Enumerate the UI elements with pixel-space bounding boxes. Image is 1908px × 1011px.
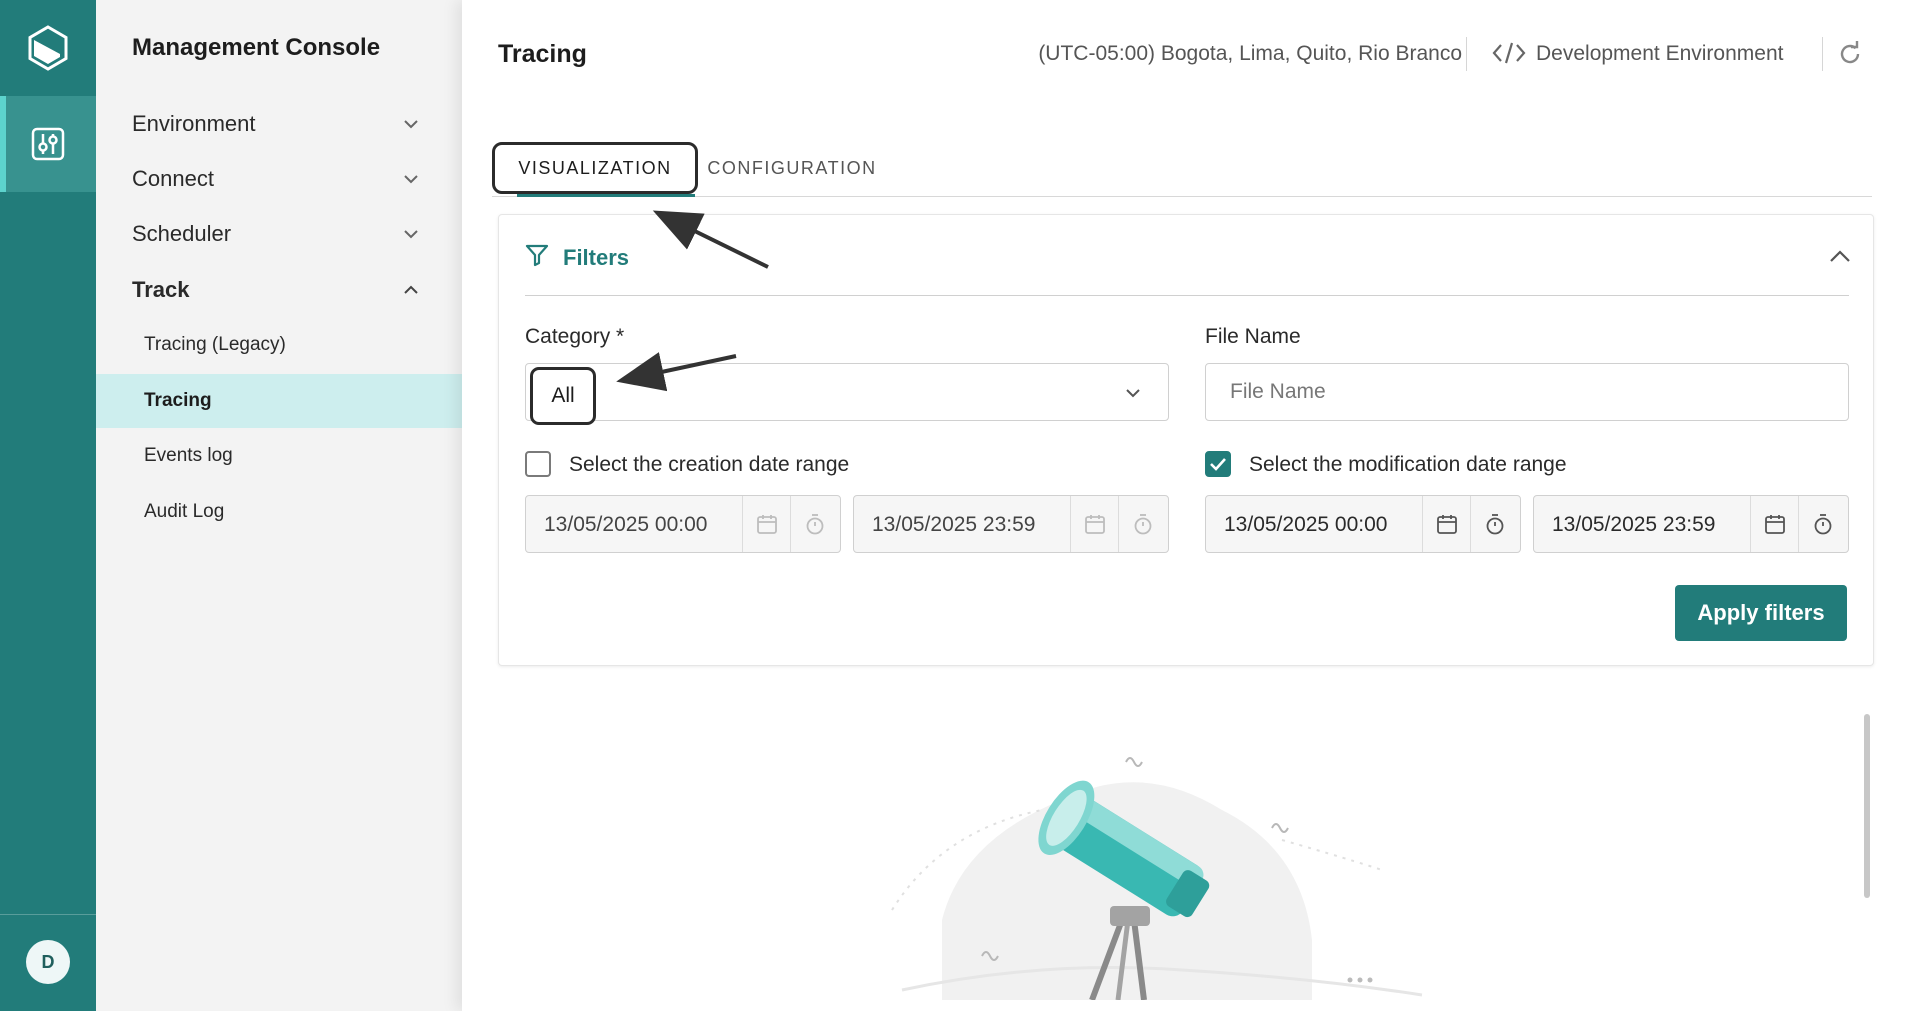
nav-item-label: Audit Log (144, 501, 225, 522)
chevron-down-icon (1126, 389, 1140, 398)
header-divider (1822, 37, 1823, 71)
nav-item-tracing[interactable]: Tracing (96, 374, 462, 428)
calendar-icon[interactable] (1422, 496, 1471, 552)
filter-icon (525, 244, 549, 267)
modification-end-date[interactable]: 13/05/2025 23:59 (1533, 495, 1849, 553)
file-name-label: File Name (1205, 325, 1301, 348)
calendar-icon[interactable] (1070, 496, 1119, 552)
nav-item-label: Tracing (Legacy) (144, 334, 286, 355)
calendar-icon[interactable] (742, 496, 791, 552)
stopwatch-icon[interactable] (790, 496, 839, 552)
avatar[interactable]: D (26, 940, 70, 984)
tab-visualization[interactable]: VISUALIZATION (492, 142, 698, 197)
creation-range-label: Select the creation date range (569, 453, 850, 476)
category-value: All (530, 367, 596, 425)
tab-configuration[interactable]: CONFIGURATION (702, 140, 882, 196)
nav-section-environment[interactable]: Environment (96, 97, 462, 151)
calendar-icon[interactable] (1750, 496, 1799, 552)
stopwatch-icon[interactable] (1470, 496, 1519, 552)
modification-range-checkbox[interactable] (1205, 451, 1231, 477)
creation-start-date[interactable]: 13/05/2025 00:00 (525, 495, 841, 553)
logo-icon[interactable] (0, 0, 96, 96)
telescope-illustration (891, 757, 1423, 1000)
nav-panel: Management Console Environment Connect S… (96, 0, 462, 1011)
page-title: Tracing (498, 40, 587, 68)
environment-selector[interactable]: Development Environment (1536, 42, 1783, 66)
stopwatch-icon[interactable] (1118, 496, 1167, 552)
creation-range-checkbox[interactable] (525, 451, 551, 477)
nav-section-scheduler[interactable]: Scheduler (96, 207, 462, 261)
nav-section-label: Scheduler (132, 221, 232, 246)
nav-item-events-log[interactable]: Events log (96, 429, 462, 483)
apply-filters-button[interactable]: Apply filters (1675, 585, 1847, 641)
chevron-up-icon (404, 285, 418, 294)
app-rail: D (0, 0, 96, 1011)
active-indicator (0, 96, 6, 192)
chevron-down-icon (404, 120, 418, 129)
app-title: Management Console (132, 34, 381, 61)
main-content: Tracing (UTC-05:00) Bogota, Lima, Quito,… (462, 0, 1908, 1011)
sliders-icon[interactable] (0, 96, 96, 192)
nav-item-label: Events log (144, 445, 233, 466)
chevron-up-icon[interactable] (1829, 249, 1851, 263)
header-divider (1466, 37, 1467, 71)
chevron-down-icon (404, 230, 418, 239)
date-value: 13/05/2025 00:00 (1224, 513, 1388, 536)
filters-header[interactable]: Filters (499, 215, 1873, 295)
nav-section-connect[interactable]: Connect (96, 152, 462, 206)
tab-bar: VISUALIZATION CONFIGURATION (492, 140, 1872, 197)
nav-item-audit-log[interactable]: Audit Log (96, 485, 462, 539)
nav-section-label: Connect (132, 166, 214, 191)
category-select[interactable]: All (525, 363, 1169, 425)
nav-item-label: Tracing (144, 390, 212, 411)
nav-section-label: Environment (132, 111, 256, 136)
date-value: 13/05/2025 23:59 (872, 513, 1036, 536)
modification-range-label: Select the modification date range (1249, 453, 1567, 476)
nav-section-label: Track (132, 277, 190, 302)
nav-section-track[interactable]: Track (96, 263, 462, 317)
chevron-down-icon (404, 175, 418, 184)
rail-divider (0, 914, 96, 915)
filters-panel: Filters Category * All File Name Select … (498, 214, 1874, 666)
scrollbar[interactable] (1864, 714, 1870, 898)
code-icon (1492, 42, 1526, 64)
file-name-input[interactable] (1205, 363, 1849, 421)
date-value: 13/05/2025 00:00 (544, 513, 708, 536)
date-value: 13/05/2025 23:59 (1552, 513, 1716, 536)
divider (525, 295, 1849, 296)
modification-start-date[interactable]: 13/05/2025 00:00 (1205, 495, 1521, 553)
check-icon (1210, 458, 1226, 471)
refresh-icon[interactable] (1836, 40, 1864, 68)
creation-end-date[interactable]: 13/05/2025 23:59 (853, 495, 1169, 553)
category-label: Category * (525, 325, 625, 348)
stopwatch-icon[interactable] (1798, 496, 1847, 552)
filters-title: Filters (563, 245, 630, 270)
timezone-selector[interactable]: (UTC-05:00) Bogota, Lima, Quito, Rio Bra… (1038, 42, 1462, 66)
nav-item-tracing-legacy[interactable]: Tracing (Legacy) (96, 318, 462, 372)
